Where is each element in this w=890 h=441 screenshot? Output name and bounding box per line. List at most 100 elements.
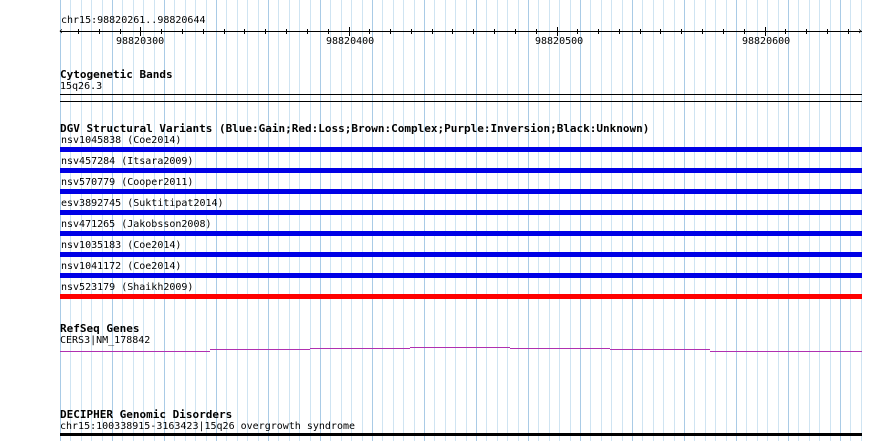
ruler-minor-tick — [848, 29, 849, 34]
dgv-feature-bar-gain[interactable] — [60, 231, 862, 236]
ruler-left-arrow-icon[interactable]: ‹ — [58, 27, 64, 37]
refseq-gene-line[interactable] — [60, 351, 210, 352]
grid-line — [382, 0, 383, 441]
ruler-major-tick — [765, 27, 766, 36]
dgv-feature-label[interactable]: nsv457284 (Itsara2009) — [61, 156, 193, 168]
ruler-minor-tick — [224, 29, 225, 34]
refseq-gene-line[interactable] — [510, 348, 610, 349]
grid-line — [642, 0, 643, 441]
track-title-decipher[interactable]: DECIPHER Genomic Disorders — [60, 408, 232, 421]
grid-line — [601, 0, 602, 441]
grid-line — [788, 0, 789, 441]
cytoband-bottom-line — [60, 101, 862, 102]
grid-line — [320, 0, 321, 441]
cytoband-top-line — [60, 94, 862, 95]
grid-line — [268, 0, 269, 441]
ruler-minor-tick — [307, 29, 308, 34]
ruler-minor-tick — [598, 29, 599, 34]
grid-line — [289, 0, 290, 441]
dgv-feature-label[interactable]: nsv1045838 (Coe2014) — [61, 135, 181, 147]
dgv-feature-bar-gain[interactable] — [60, 189, 862, 194]
refseq-gene-line[interactable] — [610, 349, 710, 350]
ruler-minor-tick — [182, 29, 183, 34]
ruler-minor-tick — [723, 29, 724, 34]
dgv-feature-bar-gain[interactable] — [60, 210, 862, 215]
ruler-minor-tick — [78, 29, 79, 34]
grid-line — [518, 0, 519, 441]
ruler-minor-tick — [702, 29, 703, 34]
grid-line — [611, 0, 612, 441]
grid-line — [330, 0, 331, 441]
dgv-feature-bar-gain[interactable] — [60, 147, 862, 152]
refseq-gene-line[interactable] — [710, 351, 862, 352]
ruler-right-arrow-icon[interactable]: › — [857, 27, 863, 37]
grid-line — [278, 0, 279, 441]
track-title-dgv[interactable]: DGV Structural Variants (Blue:Gain;Red:L… — [60, 122, 649, 135]
ruler-minor-tick — [328, 29, 329, 34]
ruler-minor-tick — [744, 29, 745, 34]
ruler-tick-label: 98820600 — [742, 36, 791, 47]
dgv-feature-label[interactable]: nsv471265 (Jakobsson2008) — [61, 219, 212, 231]
grid-line — [809, 0, 810, 441]
grid-line — [632, 0, 633, 441]
ruler-minor-tick — [640, 29, 641, 34]
grid-line — [310, 0, 311, 441]
refseq-gene-line[interactable] — [310, 348, 410, 349]
dgv-feature-label[interactable]: nsv570779 (Cooper2011) — [61, 177, 193, 189]
track-title-refseq[interactable]: RefSeq Genes — [60, 322, 139, 335]
ruler-minor-tick — [99, 29, 100, 34]
ruler-minor-tick — [265, 29, 266, 34]
grid-line — [476, 0, 477, 441]
ruler-tick-label: 98820300 — [116, 36, 165, 47]
grid-line — [247, 0, 248, 441]
dgv-feature-label[interactable]: nsv1035183 (Coe2014) — [61, 240, 181, 252]
grid-line — [226, 0, 227, 441]
grid-line — [455, 0, 456, 441]
dgv-feature-bar-gain[interactable] — [60, 252, 862, 257]
track-title-cytobands[interactable]: Cytogenetic Bands — [60, 68, 173, 81]
grid-line — [351, 0, 352, 441]
ruler-minor-tick — [473, 29, 474, 34]
grid-line — [372, 0, 373, 441]
dgv-feature-label[interactable]: nsv523179 (Shaikh2009) — [61, 282, 193, 294]
refseq-gene-line[interactable] — [410, 347, 510, 348]
grid-line — [466, 0, 467, 441]
ruler-minor-tick — [390, 29, 391, 34]
grid-line — [538, 0, 539, 441]
ruler-minor-tick — [494, 29, 495, 34]
grid-line — [362, 0, 363, 441]
dgv-feature-bar-gain[interactable] — [60, 273, 862, 278]
ruler-minor-tick — [203, 29, 204, 34]
ruler-minor-tick — [432, 29, 433, 34]
grid-line — [299, 0, 300, 441]
refseq-gene-line[interactable] — [210, 349, 310, 350]
dgv-feature-label[interactable]: esv3892745 (Suktitipat2014) — [61, 198, 224, 210]
grid-line — [830, 0, 831, 441]
grid-line — [341, 0, 342, 441]
ruler-minor-tick — [785, 29, 786, 34]
grid-line — [663, 0, 664, 441]
grid-line — [778, 0, 779, 441]
grid-line — [393, 0, 394, 441]
dgv-feature-bar-gain[interactable] — [60, 168, 862, 173]
decipher-feature-label[interactable]: chr15:100338915-3163423|15q26 overgrowth… — [60, 421, 355, 433]
ruler-minor-tick — [452, 29, 453, 34]
grid-line — [549, 0, 550, 441]
decipher-feature-bar[interactable] — [60, 433, 862, 436]
ruler-axis — [60, 31, 862, 32]
dgv-feature-bar-loss[interactable] — [60, 294, 862, 299]
grid-line — [497, 0, 498, 441]
dgv-feature-label[interactable]: nsv1041172 (Coe2014) — [61, 261, 181, 273]
grid-line — [559, 0, 560, 441]
ruler-minor-tick — [515, 29, 516, 34]
ruler-minor-tick — [120, 29, 121, 34]
ruler-minor-tick — [411, 29, 412, 34]
cytoband-label: 15q26.3 — [60, 81, 103, 92]
grid-line — [258, 0, 259, 441]
grid-line — [861, 0, 862, 441]
grid-line — [746, 0, 747, 441]
ruler-minor-tick — [681, 29, 682, 34]
grid-line — [840, 0, 841, 441]
refseq-gene-label[interactable]: CERS3|NM_178842 — [60, 335, 150, 347]
grid-line — [486, 0, 487, 441]
